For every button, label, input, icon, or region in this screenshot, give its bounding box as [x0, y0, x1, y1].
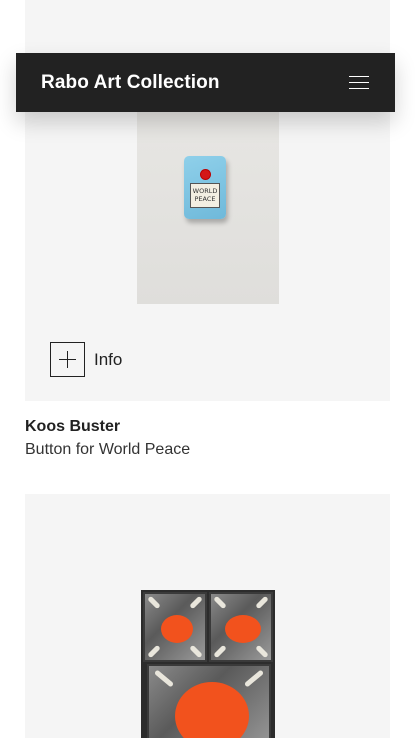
page: WORLD PEACE Info Koos Buster Button for W…	[0, 0, 415, 738]
world-peace-label: WORLD PEACE	[190, 183, 220, 208]
info-toggle[interactable]: Info	[50, 342, 122, 377]
artwork-caption: Koos Buster Button for World Peace	[25, 417, 190, 460]
ceramic-tile-large	[147, 664, 271, 738]
artwork-image[interactable]	[141, 590, 275, 738]
artist-name[interactable]: Koos Buster	[25, 417, 190, 437]
world-peace-button-object: WORLD PEACE	[184, 156, 226, 219]
artwork-title[interactable]: Button for World Peace	[25, 440, 190, 460]
hamburger-menu-icon[interactable]	[349, 75, 371, 91]
red-button-dot	[201, 170, 210, 179]
info-label[interactable]: Info	[94, 350, 122, 370]
artwork-card[interactable]	[25, 494, 390, 738]
brand-logo[interactable]: Rabo Art Collection	[41, 72, 220, 94]
artwork-image[interactable]: WORLD PEACE	[137, 110, 279, 304]
ceramic-tile	[209, 592, 273, 662]
site-header: Rabo Art Collection	[16, 53, 395, 112]
ceramic-tile	[143, 592, 207, 662]
label-text: WORLD PEACE	[193, 187, 218, 203]
plus-icon[interactable]	[50, 342, 85, 377]
